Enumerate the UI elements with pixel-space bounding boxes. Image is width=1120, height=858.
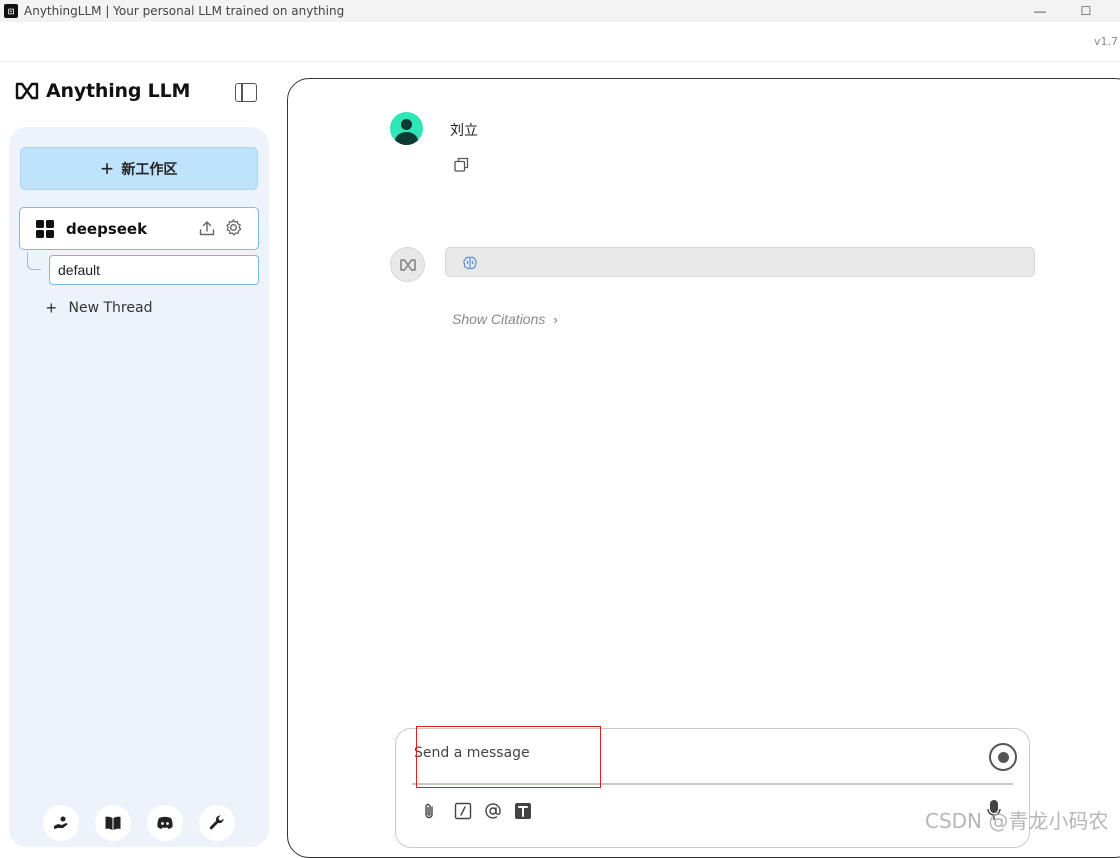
chevron-right-icon: › bbox=[553, 311, 558, 327]
app-logo: Anything LLM bbox=[14, 80, 190, 102]
docs-book-icon bbox=[105, 816, 121, 830]
attach-button[interactable] bbox=[419, 801, 439, 821]
workspace-name: deepseek bbox=[66, 219, 148, 238]
workspace-grid-icon bbox=[36, 219, 54, 238]
show-citations-label: Show Citations bbox=[452, 311, 546, 327]
user-avatar bbox=[390, 112, 423, 145]
app-logo-icon: ⊡ bbox=[4, 4, 18, 18]
user-message-text: 刘立 bbox=[450, 123, 478, 139]
top-strip: v1.7 bbox=[0, 22, 1120, 62]
attach-icon bbox=[425, 803, 433, 819]
assistant-thinking-bar bbox=[445, 247, 1035, 277]
stop-generation-button[interactable] bbox=[989, 743, 1017, 771]
new-workspace-label: 新工作区 bbox=[121, 161, 178, 178]
gear-icon[interactable] bbox=[224, 218, 243, 237]
docs-button[interactable] bbox=[95, 805, 131, 841]
upload-icon[interactable] bbox=[198, 219, 216, 237]
slash-command-button[interactable] bbox=[453, 801, 473, 821]
settings-wrench-icon bbox=[209, 815, 224, 830]
show-citations-button[interactable]: Show Citations › bbox=[452, 311, 558, 327]
version-label: v1.7 bbox=[1093, 35, 1118, 48]
workspace-item-deepseek[interactable]: deepseek bbox=[19, 207, 259, 250]
maximize-button[interactable]: ☐ bbox=[1063, 0, 1109, 22]
logo-text: Anything LLM bbox=[46, 80, 191, 102]
text-format-button[interactable] bbox=[513, 801, 533, 821]
composer-divider bbox=[412, 783, 1013, 785]
community-hub-button[interactable] bbox=[43, 805, 79, 841]
minimize-button[interactable]: — bbox=[1017, 0, 1063, 22]
anything-llm-logo-icon bbox=[399, 258, 416, 271]
at-mention-icon bbox=[485, 803, 501, 819]
anything-llm-logo-icon bbox=[15, 82, 39, 100]
new-thread-label: New Thread bbox=[68, 300, 153, 316]
community-hub-icon bbox=[54, 816, 68, 829]
discord-button[interactable] bbox=[147, 805, 183, 841]
message-input[interactable] bbox=[414, 742, 974, 764]
at-mention-button[interactable] bbox=[483, 801, 503, 821]
copy-icon[interactable] bbox=[454, 157, 469, 172]
thread-tree-connector bbox=[27, 252, 41, 270]
window-title: AnythingLLM | Your personal LLM trained … bbox=[24, 4, 345, 18]
csdn-watermark: CSDN @青龙小码农 bbox=[925, 809, 1109, 833]
settings-button[interactable] bbox=[199, 805, 235, 841]
plus-icon: + bbox=[46, 298, 57, 318]
brain-icon bbox=[463, 256, 477, 270]
new-workspace-button[interactable]: + 新工作区 bbox=[20, 147, 258, 190]
text-format-icon bbox=[515, 803, 531, 819]
new-thread-button[interactable]: + New Thread bbox=[46, 299, 152, 317]
plus-icon: + bbox=[100, 155, 114, 181]
sidebar-toggle-icon[interactable] bbox=[235, 83, 257, 102]
slash-command-icon bbox=[454, 802, 472, 820]
window-titlebar: ⊡ AnythingLLM | Your personal LLM traine… bbox=[0, 0, 1120, 22]
discord-icon bbox=[157, 816, 173, 829]
thread-item-default[interactable]: default bbox=[49, 255, 259, 285]
assistant-avatar bbox=[390, 247, 425, 282]
